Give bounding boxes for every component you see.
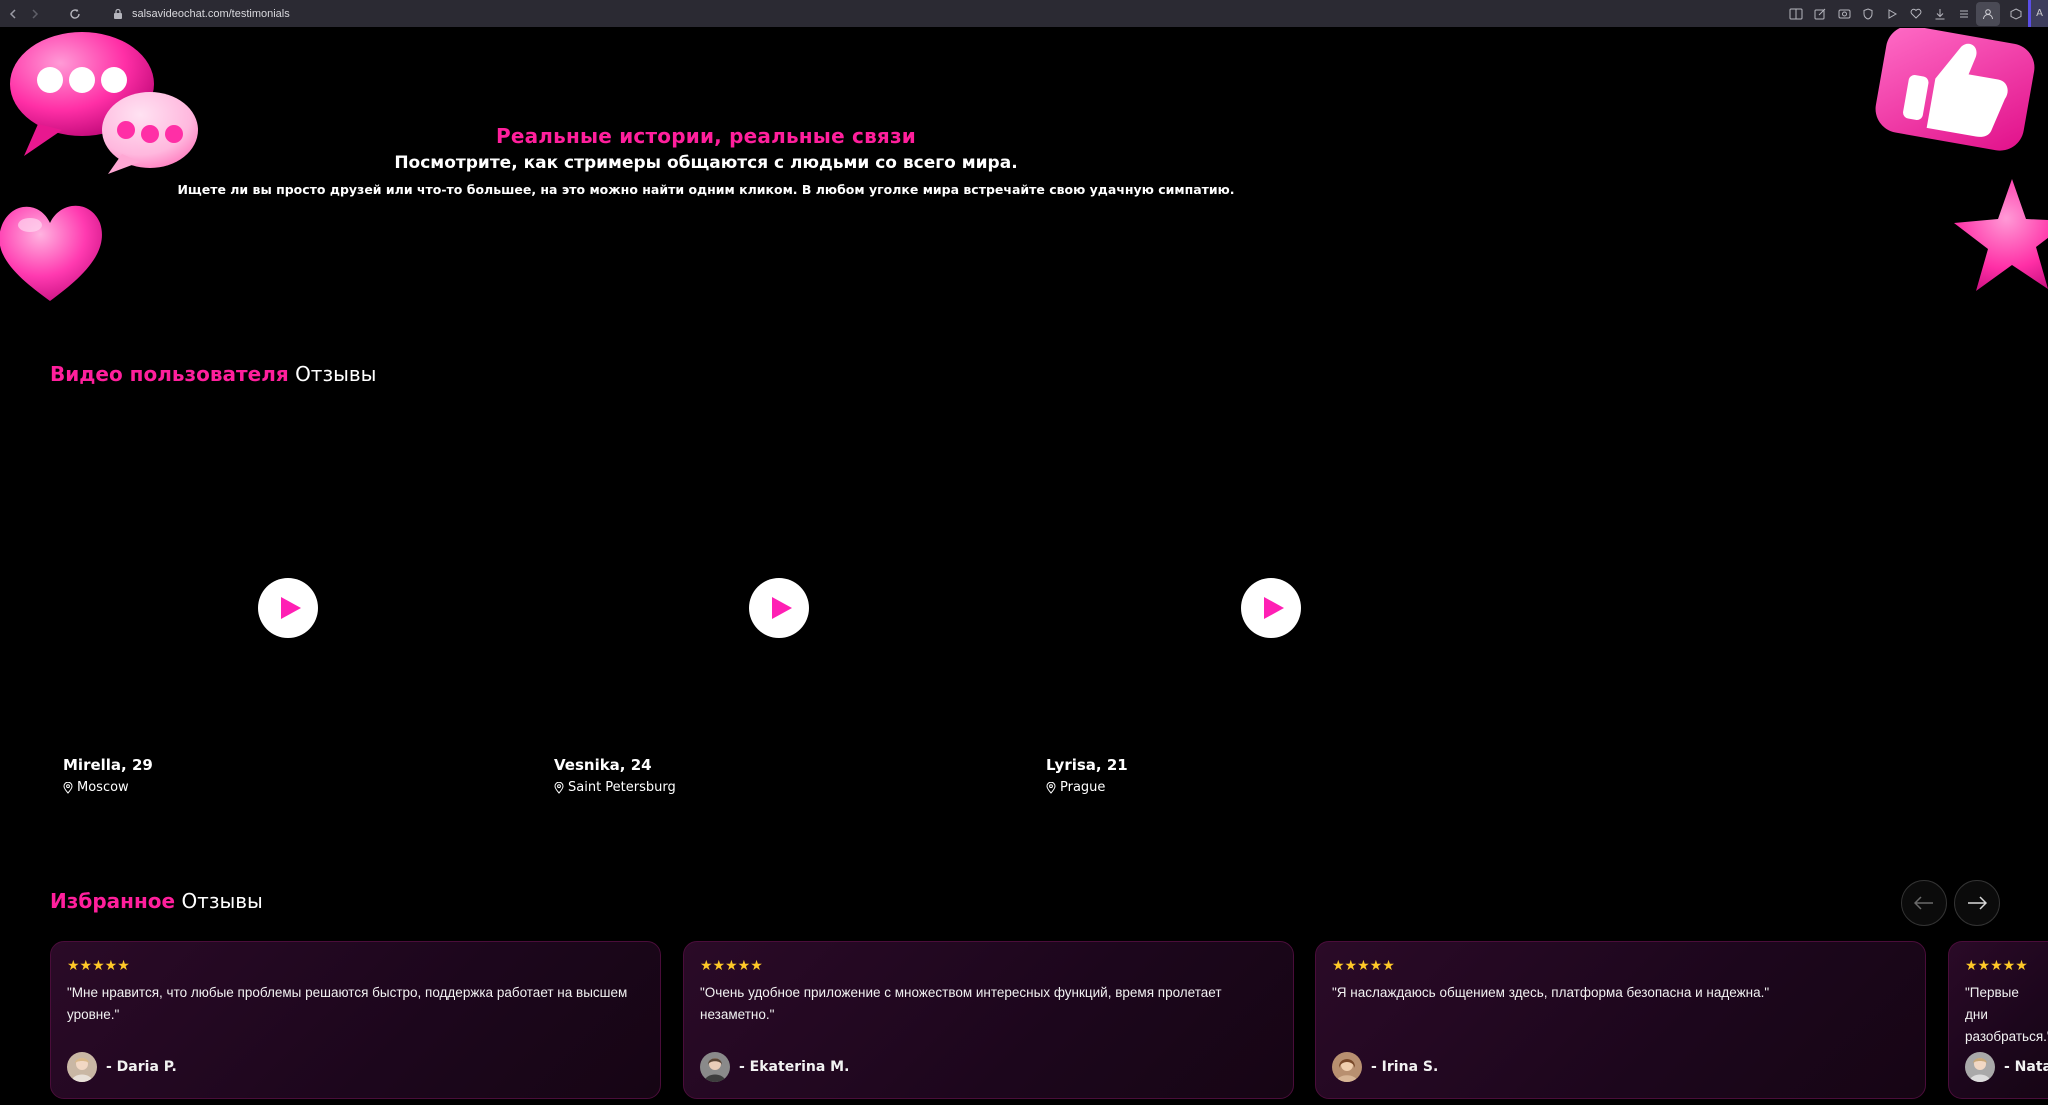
video-title-white: Отзывы: [295, 362, 377, 386]
heart-icon[interactable]: [1904, 2, 1928, 26]
star-rating: ★★★★★: [1965, 959, 2028, 973]
shield-icon[interactable]: [1856, 2, 1880, 26]
reviewer-name: - Natal: [2004, 1059, 2048, 1075]
person-name: Lyrisa, 21: [1046, 756, 1128, 774]
person-name: Vesnika, 24: [554, 756, 652, 774]
stars-text: ★★★★★: [1332, 958, 1395, 974]
browser-toolbar: salsavideochat.com/testimonials A: [0, 0, 2048, 27]
avatar: [1332, 1052, 1362, 1082]
stars-text: ★★★★★: [67, 958, 130, 974]
lock-icon: [110, 6, 126, 22]
hero-title: Реальные истории, реальные связи: [495, 124, 917, 148]
location-text: Prague: [1060, 780, 1106, 795]
reviewer-name: - Daria P.: [106, 1059, 177, 1075]
video-card: Vesnika, 24 Saint Petersburg: [541, 420, 1021, 820]
location-text: Saint Petersburg: [568, 780, 676, 795]
arrow-left-icon: [1914, 896, 1933, 910]
assistant-button[interactable]: A: [2028, 0, 2048, 27]
avatar: [67, 1052, 97, 1082]
avatar: [1965, 1052, 1995, 1082]
location-text: Moscow: [77, 780, 129, 795]
url-text: salsavideochat.com/testimonials: [132, 7, 290, 20]
location-pin-icon: [554, 781, 564, 794]
hero-subtitle: Посмотрите, как стримеры общаются с людь…: [394, 153, 1018, 173]
review-text: "Мне нравится, что любые проблемы решают…: [67, 985, 628, 1022]
reviewer: - Irina S.: [1332, 1052, 1438, 1082]
reviewer-name: - Irina S.: [1371, 1059, 1439, 1075]
carousel-prev-button[interactable]: [1901, 880, 1947, 926]
carousel-next-button[interactable]: [1954, 880, 2000, 926]
review-card: ★★★★★ "Я наслаждаюсь общением здесь, пла…: [1315, 941, 1926, 1099]
play-icon: [1263, 597, 1284, 619]
assistant-label: A: [2036, 8, 2043, 19]
reader-view-icon[interactable]: [1784, 2, 1808, 26]
location-pin-icon: [1046, 781, 1056, 794]
library-icon[interactable]: [1952, 2, 1976, 26]
stars-text: ★★★★★: [1965, 958, 2028, 974]
person-location: Moscow: [63, 780, 129, 795]
stars-text: ★★★★★: [700, 958, 763, 974]
review-card: ★★★★★ "Первые дни разобраться." - Natal: [1948, 941, 2048, 1099]
review-text: "Очень удобное приложение с множеством и…: [700, 985, 1222, 1022]
account-icon[interactable]: [1976, 1, 2000, 26]
location-pin-icon: [63, 781, 73, 794]
screenshot-icon[interactable]: [1832, 2, 1856, 26]
reviewer: - Natal: [1965, 1052, 2048, 1082]
thumbs-up-icon: [1875, 28, 2035, 151]
play-button[interactable]: [258, 578, 318, 638]
download-icon[interactable]: [1928, 2, 1952, 26]
hero-section: Реальные истории, реальные связи Посмотр…: [0, 124, 1412, 197]
heart-decoration-icon: [0, 205, 102, 301]
person-location: Saint Petersburg: [554, 780, 676, 795]
forward-icon[interactable]: [24, 3, 46, 25]
play-button[interactable]: [749, 578, 809, 638]
person-location: Prague: [1046, 780, 1105, 795]
review-text: "Первые дни разобраться.": [1965, 985, 2048, 1044]
avatar: [700, 1052, 730, 1082]
play-button[interactable]: [1241, 578, 1301, 638]
extensions-icon[interactable]: [2004, 2, 2028, 26]
reviews-title-white: Отзывы: [181, 889, 263, 913]
edit-icon[interactable]: [1808, 2, 1832, 26]
back-icon[interactable]: [2, 3, 24, 25]
star-decoration-icon: [1954, 179, 2048, 291]
play-icon[interactable]: [1880, 2, 1904, 26]
review-text: "Я наслаждаюсь общением здесь, платформа…: [1332, 985, 1770, 1000]
reload-icon[interactable]: [64, 3, 86, 25]
reviews-section-title: Избранное Отзывы: [50, 889, 263, 913]
star-rating: ★★★★★: [1332, 959, 1395, 973]
video-section-title: Видео пользователя Отзывы: [50, 362, 376, 386]
star-rating: ★★★★★: [700, 959, 763, 973]
person-name: Mirella, 29: [63, 756, 153, 774]
review-card: ★★★★★ "Мне нравится, что любые проблемы …: [50, 941, 661, 1099]
video-card: Lyrisa, 21 Prague: [1033, 420, 1513, 820]
hero-description: Ищете ли вы просто друзей или что-то бол…: [177, 182, 1235, 197]
reviewer: - Daria P.: [67, 1052, 177, 1082]
video-title-pink: Видео пользователя: [50, 362, 289, 386]
star-rating: ★★★★★: [67, 959, 130, 973]
reviewer: - Ekaterina M.: [700, 1052, 849, 1082]
arrow-right-icon: [1968, 896, 1987, 910]
review-card: ★★★★★ "Очень удобное приложение с множес…: [683, 941, 1294, 1099]
play-icon: [771, 597, 792, 619]
video-card: Mirella, 29 Moscow: [50, 420, 530, 820]
address-bar[interactable]: salsavideochat.com/testimonials: [110, 3, 290, 25]
reviews-title-pink: Избранное: [50, 889, 176, 913]
play-icon: [280, 597, 301, 619]
reviewer-name: - Ekaterina M.: [739, 1059, 850, 1075]
